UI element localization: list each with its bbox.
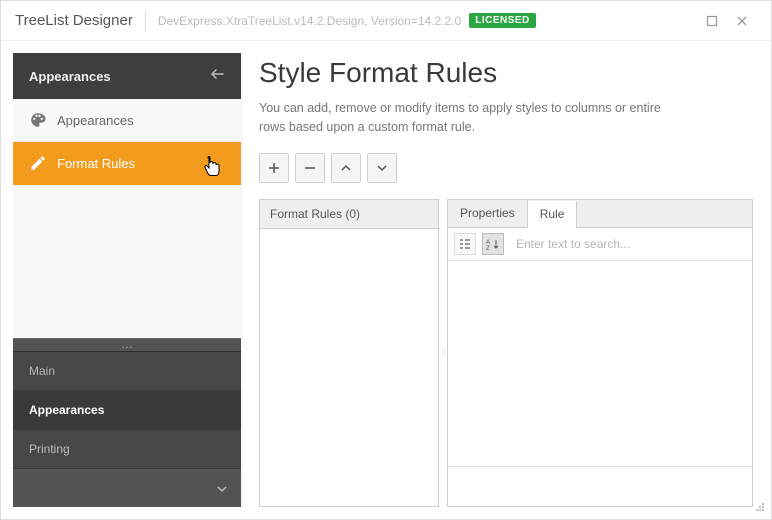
minus-icon [304,162,316,174]
sidebar-item-appearances[interactable]: Appearances [13,99,241,142]
license-badge: LICENSED [469,13,536,28]
page-title: Style Format Rules [259,57,753,89]
tab-rule[interactable]: Rule [528,201,578,228]
move-up-button[interactable] [331,153,361,183]
sidebar-item-label: Format Rules [57,156,135,171]
edit-icon [29,154,47,172]
format-rules-body[interactable] [260,229,438,507]
property-description [448,466,752,506]
main-panel: Style Format Rules You can add, remove o… [255,53,759,507]
properties-panel: Properties Rule AZ [447,199,753,508]
tab-properties[interactable]: Properties [448,200,528,227]
move-down-button[interactable] [367,153,397,183]
categorized-button[interactable] [454,233,476,255]
format-rules-list: Format Rules (0) [259,199,439,508]
maximize-button[interactable] [697,6,727,36]
sidebar-category-main[interactable]: Main [13,352,241,391]
sidebar-category-printing[interactable]: Printing [13,430,241,469]
add-button[interactable] [259,153,289,183]
chevron-down-icon [217,486,227,492]
alphabetical-button[interactable]: AZ [482,233,504,255]
resize-grip[interactable] [753,500,765,515]
close-button[interactable] [727,6,757,36]
maximize-icon [706,15,718,27]
app-title: TreeList Designer [15,12,133,29]
title-bar: TreeList Designer DevExpress.XtraTreeLis… [1,1,771,41]
property-search-input[interactable] [510,233,746,255]
chevron-up-icon [340,164,352,172]
title-divider [145,10,146,32]
remove-button[interactable] [295,153,325,183]
property-grid[interactable] [448,261,752,467]
toolbar [259,153,753,183]
sidebar: Appearances Appearances Format Rules … M… [13,53,241,507]
sidebar-expand-button[interactable] [13,469,241,507]
plus-icon [268,162,280,174]
page-description: You can add, remove or modify items to a… [259,99,689,137]
tabs: Properties Rule [448,200,752,228]
sidebar-category-label: Appearances [29,403,104,417]
sidebar-header-label: Appearances [29,69,111,84]
categorize-icon [459,238,471,250]
sidebar-item-label: Appearances [57,113,134,128]
sidebar-category-label: Main [29,364,55,378]
sort-az-icon: AZ [486,238,500,250]
sidebar-collapser[interactable]: … [13,338,241,352]
sidebar-category-appearances[interactable]: Appearances [13,391,241,430]
chevron-down-icon [376,164,388,172]
svg-text:Z: Z [486,246,490,250]
sidebar-item-format-rules[interactable]: Format Rules [13,142,241,185]
sidebar-category-label: Printing [29,442,70,456]
back-icon[interactable] [209,67,225,85]
palette-icon [29,111,47,129]
assembly-info: DevExpress.XtraTreeList.v14.2.Design, Ve… [158,14,461,28]
splitter[interactable]: ⋮ [439,199,447,508]
sidebar-header: Appearances [13,53,241,99]
close-icon [736,15,748,27]
format-rules-header: Format Rules (0) [260,200,438,229]
